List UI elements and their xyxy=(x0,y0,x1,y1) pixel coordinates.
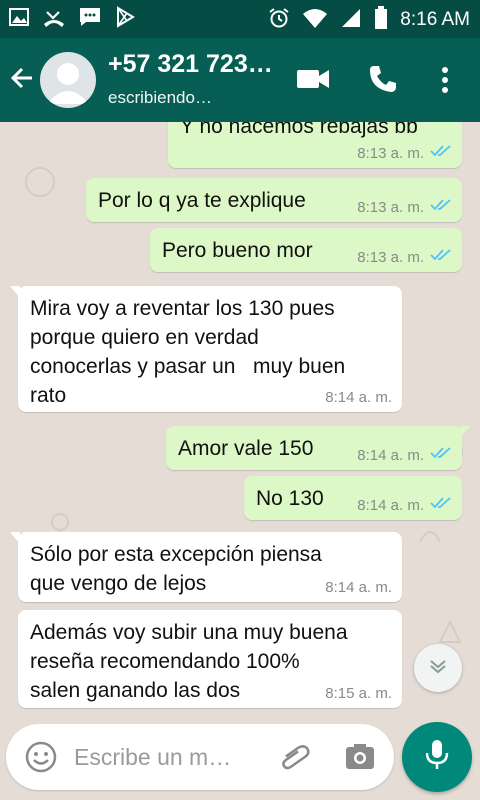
message-text: No 130 xyxy=(256,487,324,510)
play-store-icon xyxy=(114,6,136,32)
status-bar: 8:16 AM xyxy=(0,0,480,38)
double-check-read-icon xyxy=(430,248,452,266)
emoji-icon[interactable] xyxy=(24,740,58,778)
double-check-read-icon xyxy=(430,496,452,514)
message-bubble-outgoing[interactable]: Amor vale 150 8:14 a. m. xyxy=(166,426,470,470)
message-meta: 8:14 a. m. xyxy=(357,446,452,464)
alarm-icon xyxy=(268,7,290,33)
message-time: 8:14 a. m. xyxy=(357,446,424,464)
notification-icons xyxy=(8,6,136,32)
back-arrow-icon[interactable] xyxy=(8,64,36,96)
message-text: Por lo q ya te explique xyxy=(98,189,306,212)
message-meta: 8:13 a. m. xyxy=(357,248,452,266)
clock: 8:16 AM xyxy=(400,9,470,30)
mic-icon xyxy=(424,738,450,776)
message-time: 8:14 a. m. xyxy=(325,579,392,596)
contact-name[interactable]: +57 321 723… xyxy=(108,50,288,79)
message-time: 8:14 a. m. xyxy=(325,389,392,406)
message-meta: 8:14 a. m. xyxy=(325,389,392,406)
message-text: Además voy subir una muy buena reseña re… xyxy=(30,621,348,702)
message-bubble-incoming[interactable]: Mira voy a reventar los 130 pues porque … xyxy=(10,286,402,412)
avatar[interactable] xyxy=(40,52,96,108)
gallery-icon xyxy=(8,6,30,32)
signal-icon xyxy=(340,7,362,33)
message-meta: 8:13 a. m. xyxy=(357,198,452,216)
battery-icon xyxy=(374,6,388,34)
message-bubble-incoming[interactable]: Además voy subir una muy buena reseña re… xyxy=(18,610,402,708)
attach-icon[interactable] xyxy=(278,740,312,778)
video-call-icon[interactable] xyxy=(296,66,330,96)
message-input[interactable]: Escribe un m… xyxy=(74,744,231,771)
message-bubble-outgoing[interactable]: No 130 8:14 a. m. xyxy=(244,476,462,520)
message-time: 8:13 a. m. xyxy=(357,198,424,216)
more-vert-icon[interactable] xyxy=(440,66,450,98)
message-text: Mira voy a reventar los 130 pues porque … xyxy=(30,297,346,407)
message-bubble-outgoing[interactable]: Pero bueno mor 8:13 a. m. xyxy=(150,228,462,272)
message-time: 8:14 a. m. xyxy=(357,496,424,514)
message-time: 8:13 a. m. xyxy=(357,144,424,162)
scroll-to-bottom-button[interactable] xyxy=(414,644,462,692)
message-bubble-incoming[interactable]: Sólo por esta excepción piensa que vengo… xyxy=(10,532,402,602)
message-meta: 8:14 a. m. xyxy=(357,496,452,514)
phone-icon[interactable] xyxy=(368,64,398,98)
message-meta: 8:15 a. m. xyxy=(325,685,392,702)
double-check-read-icon xyxy=(430,446,452,464)
message-text: Sólo por esta excepción piensa que vengo… xyxy=(30,543,322,595)
contact-status: escribiendo… xyxy=(108,88,212,107)
missed-call-icon xyxy=(42,6,66,32)
double-check-read-icon xyxy=(430,144,452,162)
message-meta: 8:14 a. m. xyxy=(325,579,392,596)
voice-record-button[interactable] xyxy=(402,722,472,792)
message-text: Y no hacemos rebajas bb xyxy=(180,122,418,138)
chevron-down-icon xyxy=(427,655,449,681)
message-list[interactable]: Y no hacemos rebajas bb 8:13 a. m. Por l… xyxy=(0,122,480,722)
system-icons: 8:16 AM xyxy=(268,6,470,34)
message-composer[interactable]: Escribe un m… xyxy=(6,724,394,790)
message-meta: 8:13 a. m. xyxy=(357,144,452,162)
message-text: Amor vale 150 xyxy=(178,437,314,460)
message-bubble-outgoing[interactable]: Y no hacemos rebajas bb 8:13 a. m. xyxy=(168,122,462,168)
message-icon xyxy=(78,6,102,32)
wifi-icon xyxy=(302,7,328,33)
message-time: 8:13 a. m. xyxy=(357,248,424,266)
message-bubble-outgoing[interactable]: Por lo q ya te explique 8:13 a. m. xyxy=(86,178,462,222)
chat-header: +57 321 723… escribiendo… xyxy=(0,38,480,122)
double-check-read-icon xyxy=(430,198,452,216)
camera-icon[interactable] xyxy=(344,742,376,776)
message-text: Pero bueno mor xyxy=(162,239,313,262)
message-time: 8:15 a. m. xyxy=(325,685,392,702)
